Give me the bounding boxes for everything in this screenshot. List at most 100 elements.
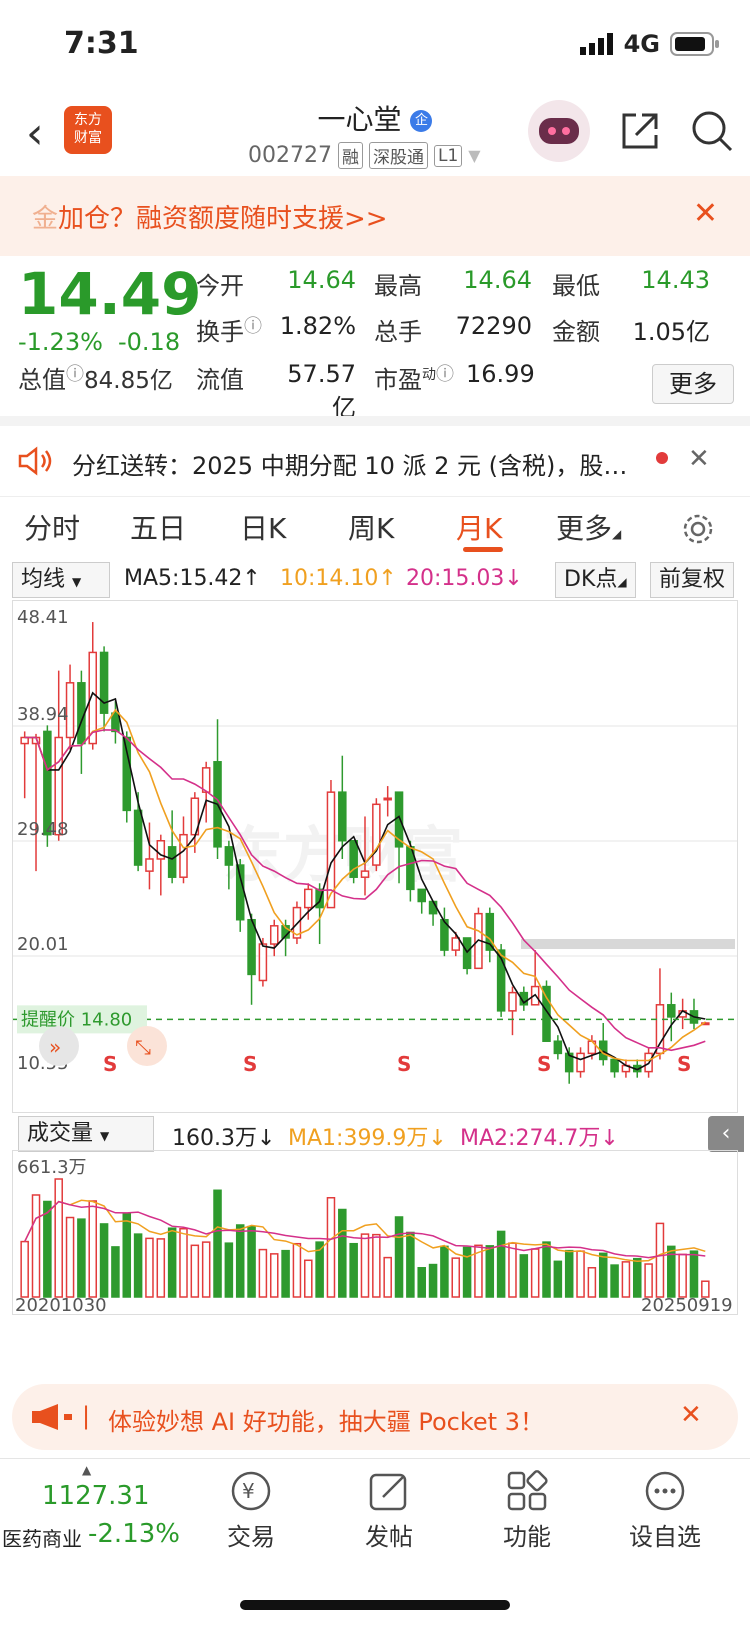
sell-signal-marker: S [243, 1052, 257, 1076]
enterprise-badge: 企 [410, 110, 433, 132]
trade-icon: ¥ [231, 1471, 271, 1511]
settings-gear-icon[interactable] [680, 511, 716, 547]
change-percent: -1.23% [18, 328, 103, 356]
candle-up [451, 937, 461, 951]
nav-add-watchlist[interactable]: 设自选 [620, 1469, 710, 1552]
tab-more[interactable]: 更多◢ [556, 507, 621, 547]
candle-up [508, 991, 517, 1012]
candle-up [269, 925, 279, 945]
candle-down [133, 809, 143, 866]
candle-up [655, 1004, 665, 1055]
promo-text[interactable]: 体验妙想 AI 好功能，抽大疆 Pocket 3！ [108, 1402, 544, 1437]
volume-max-label: 661.3万 [17, 1157, 87, 1178]
low-value: 14.43 [641, 266, 710, 294]
candle-down [224, 846, 234, 866]
volume-bar-down [519, 1254, 529, 1298]
collapse-panel-icon[interactable]: ‹ [708, 1116, 744, 1152]
volume-bar-down [417, 1267, 426, 1298]
volume-bar-up [372, 1233, 381, 1298]
y-tick-label: 48.41 [17, 607, 69, 628]
volume-bar-up [258, 1248, 268, 1298]
candle-down [667, 1004, 676, 1018]
current-price: 14.49 [18, 260, 202, 328]
banner-text[interactable]: 金加仓？融资额度随时支援>> [32, 198, 388, 235]
signal-icon [579, 33, 613, 55]
tab-five-day[interactable]: 五日 [130, 507, 186, 547]
ai-assistant-icon[interactable] [528, 100, 590, 162]
active-tab-indicator [463, 547, 503, 552]
volume-bar-down [632, 1257, 642, 1298]
volume-bar-down [553, 1260, 563, 1298]
candle-down [247, 918, 256, 976]
vol-ma2-readout: MA2:274.7万↓ [460, 1126, 619, 1151]
candle-up [145, 858, 154, 872]
float-label: 流值 [196, 366, 244, 394]
indicator-select[interactable]: 均线 ▼ [12, 562, 110, 598]
volume-bar-down [167, 1227, 177, 1298]
y-tick-label: 29.48 [17, 819, 69, 840]
volume-bar-up [678, 1253, 687, 1298]
home-indicator [240, 1600, 510, 1610]
kline-svg[interactable]: 东方财富 提醒价 14.80 48.4138.9429.4820.0110.55… [13, 601, 737, 1112]
dividend-text[interactable]: 分红送转：2025 中期分配 10 派 2 元 (含税)，股… [72, 446, 632, 481]
volume-bar-up [179, 1227, 188, 1298]
volume-bar-down [349, 1242, 358, 1298]
candle-down [417, 888, 426, 903]
volume-bar-up [145, 1237, 154, 1298]
volume-bar-down [564, 1249, 574, 1298]
promo-close-icon[interactable]: ✕ [680, 1400, 702, 1430]
dividend-notice[interactable]: 分红送转：2025 中期分配 10 派 2 元 (含税)，股… ✕ [0, 426, 750, 496]
volume-svg[interactable]: 661.3万 20201030 20250919 [13, 1151, 737, 1316]
search-icon[interactable] [690, 109, 734, 153]
volume-bar-down [610, 1264, 619, 1298]
candle-up [20, 736, 29, 745]
volume-bar-up [587, 1267, 597, 1298]
tab-intraday[interactable]: 分时 [24, 507, 80, 547]
mktcap-value: 84.85亿 [84, 368, 173, 394]
volume-bar-up [88, 1200, 98, 1298]
battery-icon [670, 32, 719, 56]
dividend-close-icon[interactable]: ✕ [688, 444, 710, 474]
candle-down [111, 712, 120, 733]
volume-indicator-select[interactable]: 成交量 ▼ [18, 1116, 154, 1152]
candle-down [235, 864, 245, 921]
open-value: 14.64 [287, 266, 356, 294]
volume-bar-down [394, 1216, 404, 1298]
candle-up [304, 888, 313, 909]
dk-point-button[interactable]: DK点◢ [555, 562, 636, 598]
info-icon[interactable]: ⓘ [436, 364, 454, 385]
more-button[interactable]: 更多 [652, 364, 734, 404]
share-icon[interactable] [618, 109, 662, 153]
index-name[interactable]: 医药商业 [2, 1523, 82, 1552]
up-caret-icon[interactable]: ▲ [82, 1463, 91, 1477]
volume-bar-down [462, 1246, 472, 1298]
nav-trade[interactable]: ¥ 交易 [206, 1469, 296, 1552]
volume-bar-up [655, 1222, 665, 1298]
index-change[interactable]: -2.13% [88, 1519, 180, 1549]
tag-connect: 深股通 [368, 142, 428, 169]
kline-chart[interactable]: 东方财富 提醒价 14.80 48.41 38.94 29.48 20.01 10.55… [12, 600, 738, 1113]
info-icon[interactable]: ⓘ [66, 364, 84, 385]
info-icon[interactable]: ⓘ [244, 316, 262, 337]
margin-banner[interactable]: 金加仓？融资额度随时支援>> ✕ [0, 176, 750, 256]
volume-bar-up [530, 1248, 540, 1298]
volume-bar-up [201, 1241, 211, 1298]
grid-icon [507, 1470, 548, 1511]
adjust-button[interactable]: 前复权 [650, 562, 735, 598]
banner-close-icon[interactable]: ✕ [693, 196, 718, 231]
promo-banner[interactable]: | 体验妙想 AI 好功能，抽大疆 Pocket 3！ ✕ [12, 1384, 738, 1450]
dropdown-icon[interactable]: ▼ [468, 146, 480, 165]
low-label: 最低 [552, 272, 600, 300]
volume-chart[interactable]: 661.3万 20201030 20250919 [12, 1150, 738, 1316]
tab-monthly-k[interactable]: 月K [456, 507, 502, 547]
volume-bar-up [20, 1240, 29, 1298]
amount-value: 1.05亿 [632, 318, 710, 346]
volume-bar-down [122, 1213, 132, 1298]
tab-weekly-k[interactable]: 周K [348, 507, 394, 547]
index-value[interactable]: 1127.31 [42, 1481, 150, 1511]
status-bar: 7:31 4G [0, 0, 750, 90]
nav-post[interactable]: 发帖 [344, 1469, 434, 1552]
tab-daily-k[interactable]: 日K [240, 507, 286, 547]
nav-functions[interactable]: 功能 [482, 1469, 572, 1552]
pe-value: 16.99 [466, 360, 535, 388]
